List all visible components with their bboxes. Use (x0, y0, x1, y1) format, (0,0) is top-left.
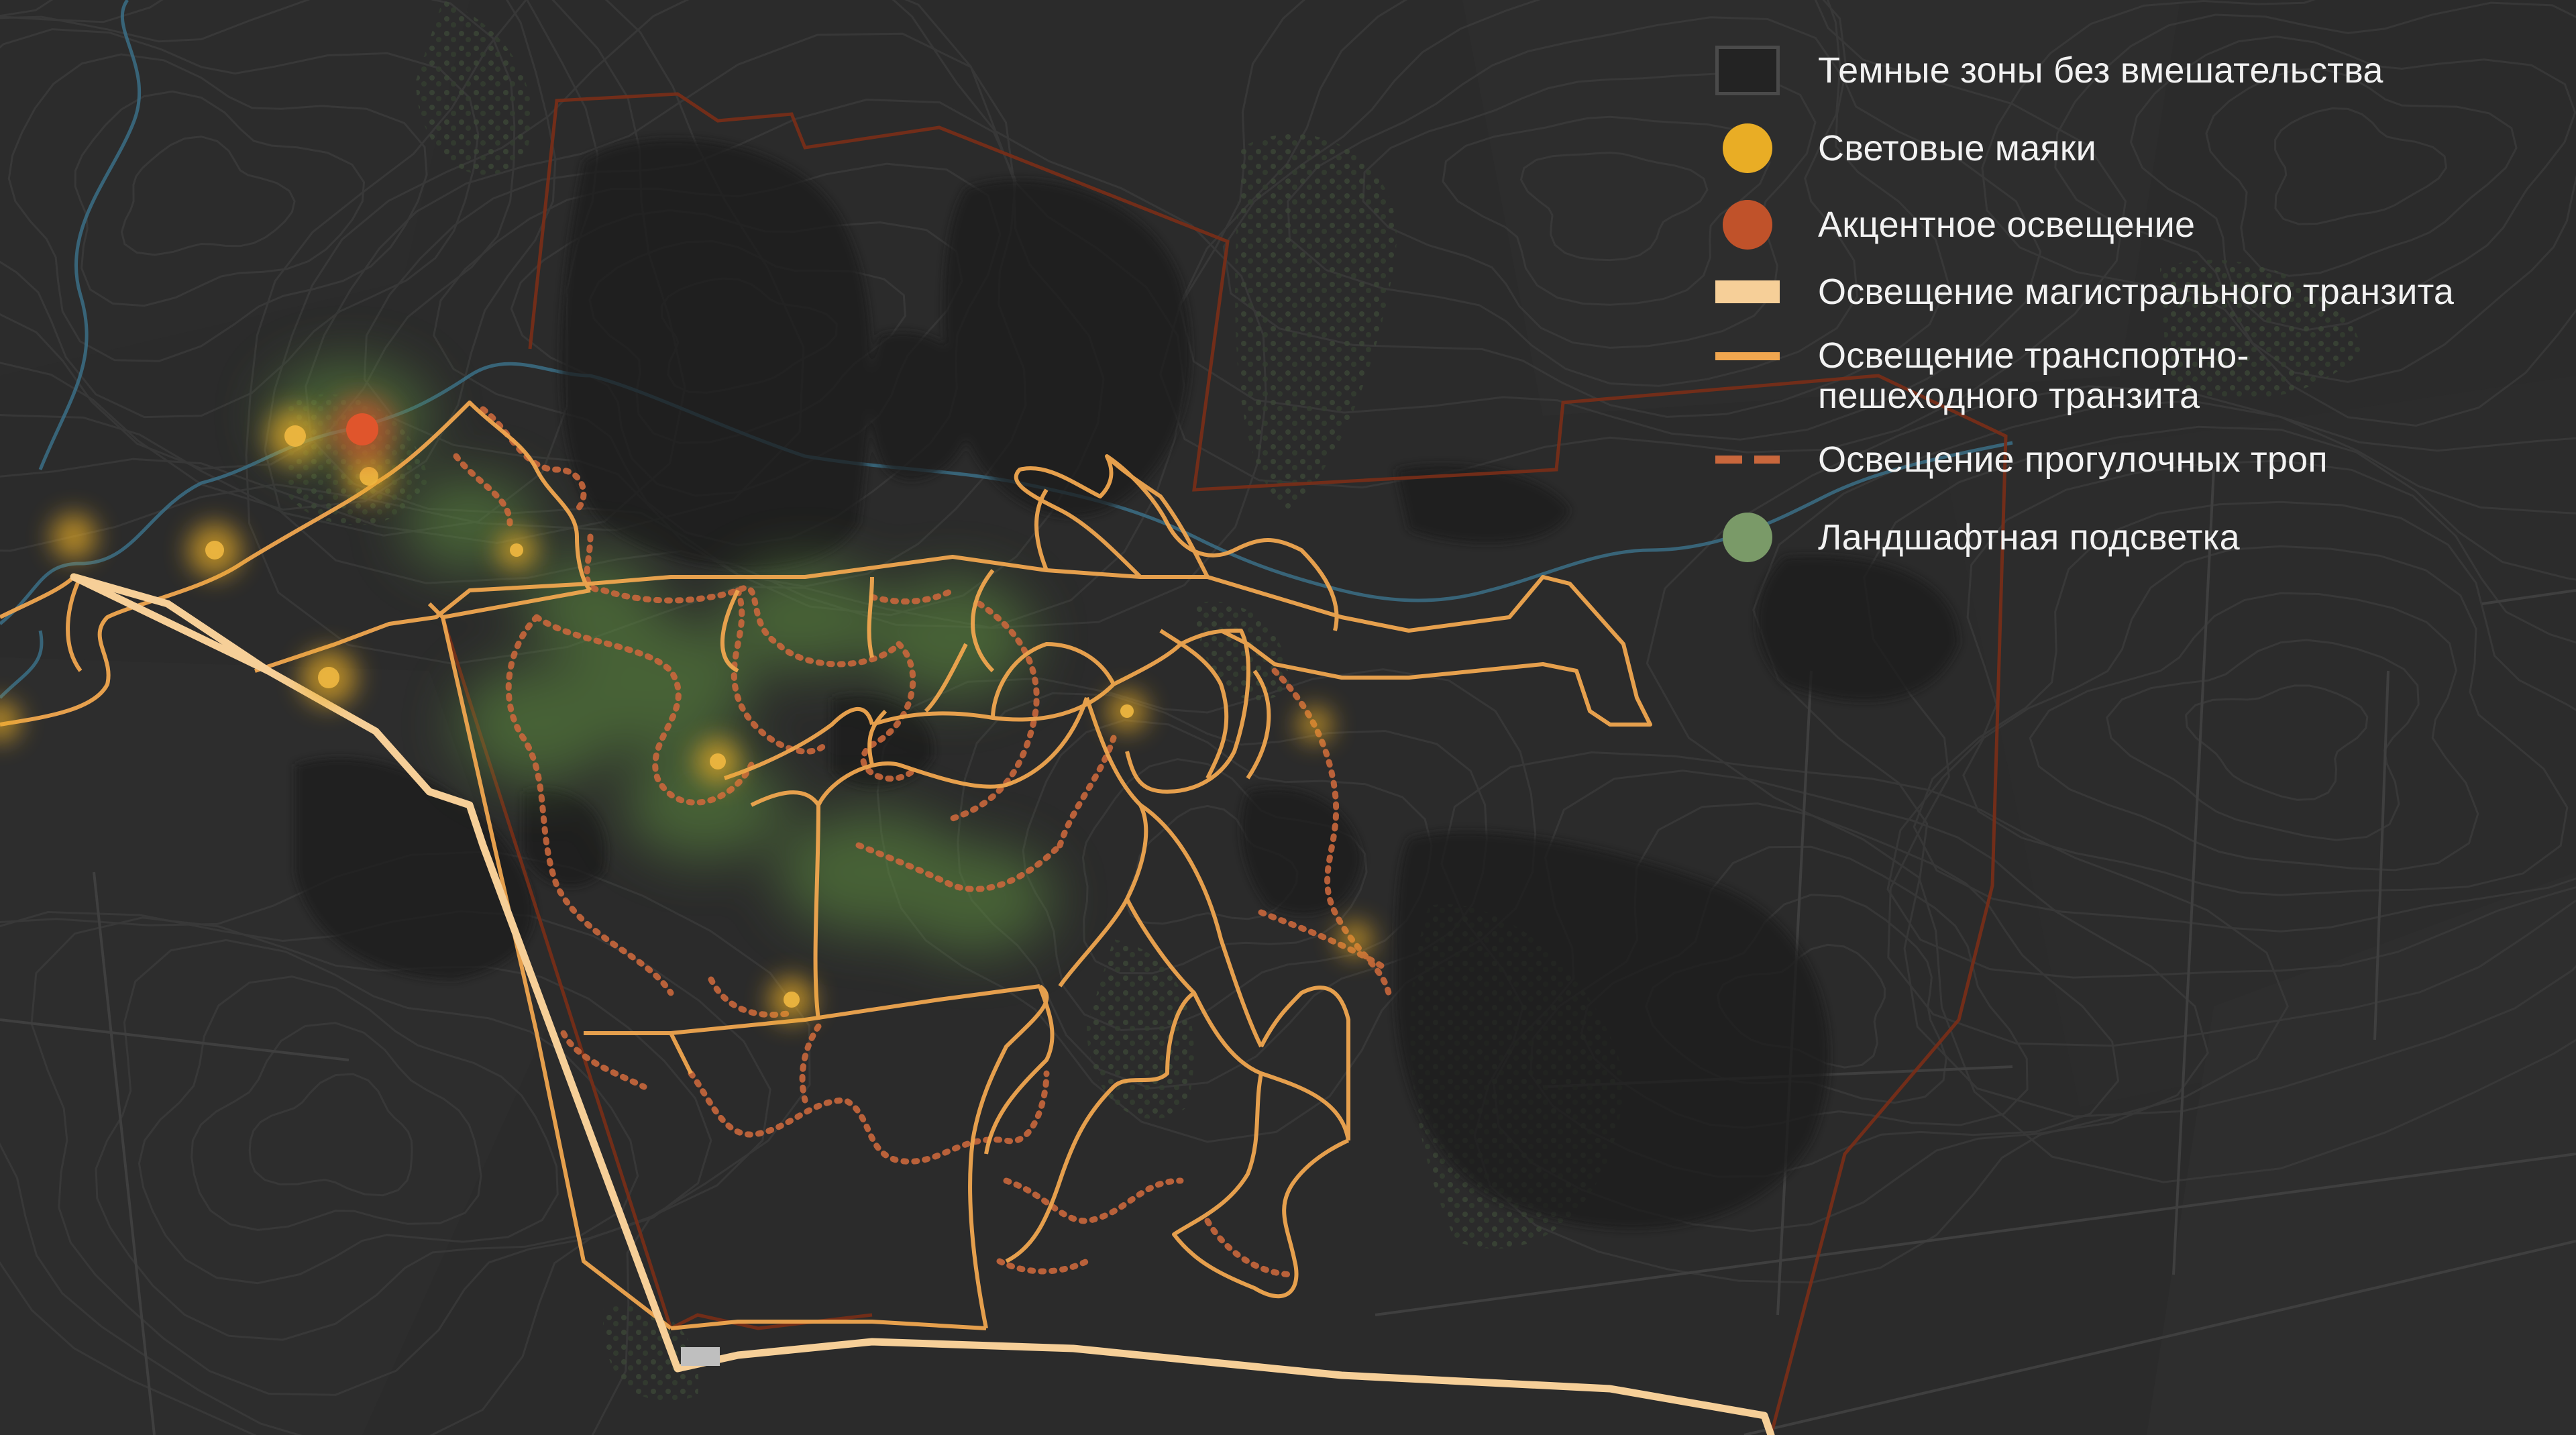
legend-label-accent: Акцентное освещение (1818, 205, 2196, 245)
walking-trail-line-icon (1715, 456, 1780, 464)
accent-dot-icon (1723, 200, 1772, 250)
legend-item-dark-zones: Темные зоны без вмешательства (1711, 46, 2383, 95)
accent-lighting (329, 396, 396, 463)
legend-label-pedestrian-transit: Освещение транспортно- пешеходного транз… (1818, 335, 2249, 416)
legend-label-pedestrian-transit-line2: пешеходного транзита (1818, 376, 2200, 416)
legend-label-main-transit: Освещение магистрального транзита (1818, 272, 2455, 312)
legend-label-dark-zones: Темные зоны без вмешательства (1818, 50, 2383, 91)
legend-item-main-transit: Освещение магистрального транзита (1711, 271, 2454, 313)
legend-item-pedestrian-transit: Освещение транспортно- пешеходного транз… (1711, 335, 2249, 416)
legend-label-landscape: Ландшафтная подсветка (1818, 517, 2240, 557)
landscape-dot-icon (1723, 513, 1772, 562)
main-transit-line-icon (1715, 280, 1780, 303)
legend-item-accent: Акцентное освещение (1711, 200, 2195, 250)
legend-item-beacons: Световые маяки (1711, 123, 2096, 173)
legend-item-landscape: Ландшафтная подсветка (1711, 513, 2240, 562)
beacon-dot-icon (1723, 123, 1772, 173)
pedestrian-transit-line-icon (1715, 352, 1780, 360)
legend-label-pedestrian-transit-line1: Освещение транспортно- (1818, 335, 2249, 376)
dark-zone-square-icon (1715, 46, 1780, 95)
legend-label-walking-trails: Освещение прогулочных троп (1818, 439, 2328, 480)
legend-label-beacons: Световые маяки (1818, 128, 2096, 168)
legend-item-walking-trails: Освещение прогулочных троп (1711, 439, 2328, 480)
